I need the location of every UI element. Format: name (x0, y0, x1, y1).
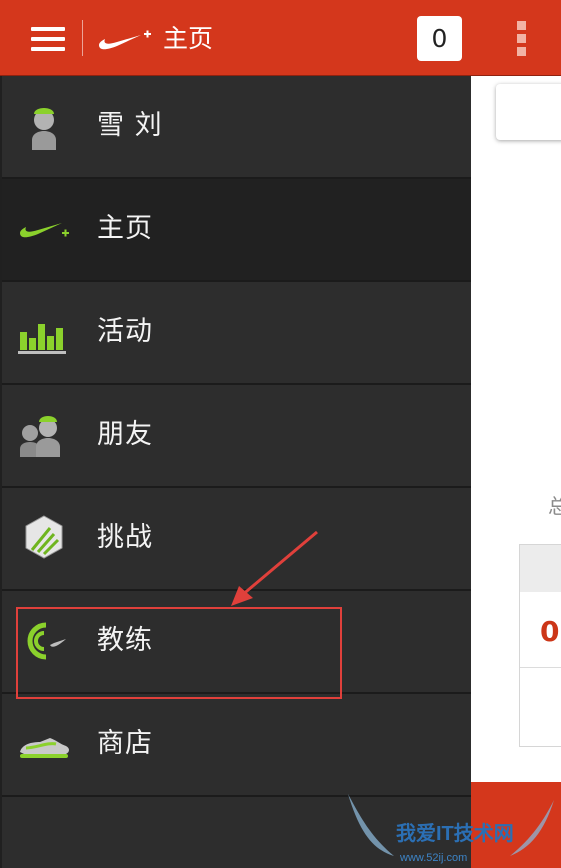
user-avatar-icon (32, 108, 56, 150)
highlight-annotation-box (16, 607, 342, 699)
navigation-drawer: 雪 刘 主页 活动 朋友 挑战 教练 商店 (0, 76, 471, 868)
notification-count-badge[interactable]: 0 (417, 16, 462, 61)
app-bar-divider (82, 20, 83, 56)
drawer-item-friends[interactable]: 朋友 (2, 385, 471, 488)
activity-bars-icon (18, 324, 66, 354)
drawer-item-label: 朋友 (97, 419, 153, 450)
friends-icon (20, 416, 60, 457)
nike-plus-logo-icon (99, 30, 151, 50)
background-partial-number: 01 (540, 615, 561, 648)
drawer-item-store[interactable]: 商店 (2, 694, 471, 797)
challenge-hexagon-icon (25, 515, 63, 559)
watermark-text: 我爱IT技术网 (396, 821, 514, 845)
watermark-url: www.52ij.com (399, 852, 467, 864)
page-title: 主页 (163, 24, 214, 53)
nike-plus-logo-icon (20, 223, 69, 238)
drawer-item-label: 活动 (97, 316, 153, 347)
drawer-item-label: 商店 (97, 728, 153, 759)
background-table-divider (520, 667, 561, 668)
drawer-item-label: 雪 刘 (97, 110, 163, 141)
drawer-item-label: 挑战 (97, 522, 153, 553)
background-partial-text: 总 (548, 494, 561, 518)
annotation-arrow-icon (231, 530, 318, 606)
drawer-item-home[interactable]: 主页 (2, 179, 471, 282)
drawer-item-activity[interactable]: 活动 (2, 282, 471, 385)
background-card (496, 84, 561, 140)
drawer-item-label: 主页 (97, 213, 153, 244)
background-table-header (520, 545, 561, 592)
watermark-logo: 我爱IT技术网 www.52ij.com (348, 794, 554, 864)
shoe-store-icon (20, 738, 69, 758)
hamburger-menu-icon[interactable] (24, 20, 72, 60)
drawer-item-profile[interactable]: 雪 刘 (2, 76, 471, 179)
overflow-menu-icon[interactable] (508, 20, 534, 58)
app-bar: 主页 0 (0, 0, 561, 76)
background-table: 01 (519, 544, 561, 747)
